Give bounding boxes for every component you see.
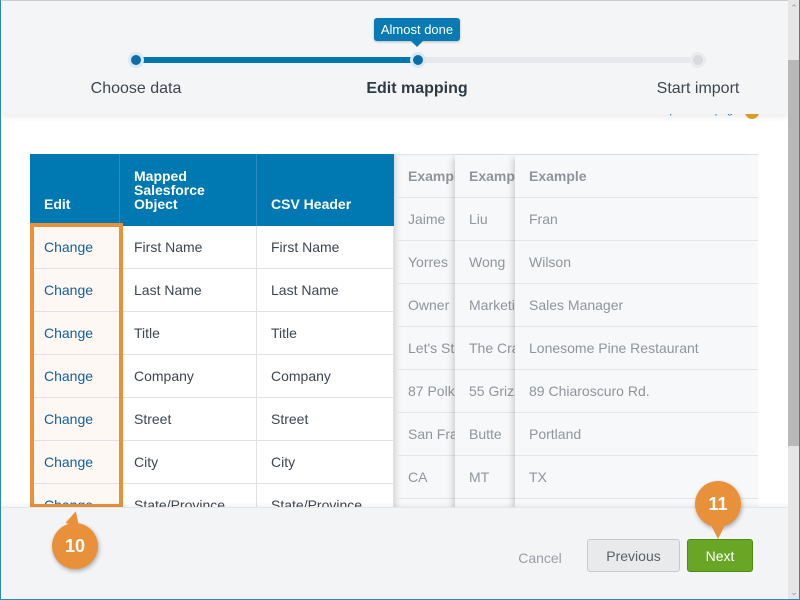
- example-cell: Marketing: [455, 284, 515, 327]
- mapped-object-cell: Street: [120, 398, 257, 440]
- change-mapping-link[interactable]: Change: [30, 398, 120, 440]
- example-cell: MT: [455, 456, 515, 499]
- progress-track-remaining: [418, 57, 698, 63]
- wizard-footer: Cancel Previous Next: [2, 507, 788, 599]
- step-label-start-import: Start import: [656, 80, 740, 97]
- previous-button[interactable]: Previous: [587, 539, 680, 572]
- change-mapping-link[interactable]: Change: [30, 312, 120, 354]
- example-cell: Fran: [515, 198, 758, 241]
- csv-header-cell: First Name: [257, 226, 394, 268]
- step-dot-choose-data[interactable]: [128, 52, 144, 68]
- scroll-down-arrow-icon[interactable]: ⌄: [788, 586, 799, 598]
- example-cell: Sales Manager: [515, 284, 758, 327]
- csv-header-cell: Company: [257, 355, 394, 397]
- example-cell: Jaime: [394, 198, 455, 241]
- change-mapping-link[interactable]: Change: [30, 355, 120, 397]
- example-cell: Wilson: [515, 241, 758, 284]
- mapped-object-cell: Title: [120, 312, 257, 354]
- example-cell: Owner: [394, 284, 455, 327]
- mapped-object-cell: Last Name: [120, 269, 257, 311]
- mapped-object-cell: First Name: [120, 226, 257, 268]
- example-cell: Let's Start Coffee: [394, 327, 455, 370]
- example-column-2: ExampleLiuWongMarketingThe Craft55 Grizz…: [455, 155, 515, 515]
- cancel-button[interactable]: Cancel: [507, 542, 573, 574]
- example-header: Example: [394, 155, 455, 198]
- change-mapping-link[interactable]: Change: [30, 441, 120, 483]
- example-cell: CA: [394, 456, 455, 499]
- step-dot-start-import: [690, 52, 706, 68]
- example-cell: 89 Chiaroscuro Rd.: [515, 370, 758, 413]
- field-mapping-table: Edit Mapped Salesforce Object CSV Header…: [30, 154, 758, 527]
- example-column-3: Example Fran Wilson Sales Manager Lonesome P…: [515, 155, 758, 515]
- csv-header-cell: Street: [257, 398, 394, 440]
- table-row: Change City City: [30, 441, 394, 484]
- table-row: Change Street Street: [30, 398, 394, 441]
- next-button[interactable]: Next: [687, 539, 753, 572]
- example-cell: Portland: [515, 413, 758, 456]
- header-mapped-object: Mapped Salesforce Object: [120, 154, 257, 226]
- header-edit: Edit: [30, 154, 120, 226]
- step-label-edit-mapping: Edit mapping: [366, 80, 468, 97]
- table-row: Change First Name First Name: [30, 226, 394, 269]
- change-mapping-link[interactable]: Change: [30, 269, 120, 311]
- example-columns[interactable]: ExampleJaimeYorresOwnerLet's Start Coffe…: [394, 154, 758, 515]
- step-dot-edit-mapping[interactable]: [410, 52, 426, 68]
- example-cell: Butte: [455, 413, 515, 456]
- table-row: Change Title Title: [30, 312, 394, 355]
- header-csv: CSV Header: [271, 196, 352, 212]
- step-label-choose-data[interactable]: Choose data: [91, 80, 182, 98]
- example-header: Example: [455, 155, 515, 198]
- callout-badge-next: 11: [695, 481, 741, 539]
- csv-header-cell: Last Name: [257, 269, 394, 311]
- progress-tooltip: Almost done: [374, 18, 460, 47]
- progress-header: Almost done Choose data Edit mapping Sta…: [2, 0, 788, 114]
- example-cell: Lonesome Pine Restaurant: [515, 327, 758, 370]
- csv-header-cell: City: [257, 441, 394, 483]
- example-column-1: ExampleJaimeYorresOwnerLet's Start Coffe…: [394, 155, 455, 515]
- mapped-object-cell: City: [120, 441, 257, 483]
- mapped-object-cell: Company: [120, 355, 257, 397]
- example-cell: 87 Polk: [394, 370, 455, 413]
- mapping-fixed-columns: Edit Mapped Salesforce Object CSV Header…: [30, 154, 394, 527]
- scroll-up-arrow-icon[interactable]: ⌃: [788, 2, 799, 14]
- table-row: Change Company Company: [30, 355, 394, 398]
- vertical-scrollbar[interactable]: ⌃ ⌄: [788, 0, 799, 599]
- table-row: Change Last Name Last Name: [30, 269, 394, 312]
- example-cell: San Francisco: [394, 413, 455, 456]
- example-header: Example: [515, 155, 758, 198]
- progress-track-complete: [136, 57, 418, 63]
- callout-badge-edit: 10: [52, 523, 98, 569]
- example-cell: 55 Grizzly: [455, 370, 515, 413]
- example-cell: The Craft: [455, 327, 515, 370]
- example-cell: Wong: [455, 241, 515, 284]
- example-cell: Liu: [455, 198, 515, 241]
- csv-header-cell: Title: [257, 312, 394, 354]
- example-cell: Yorres: [394, 241, 455, 284]
- change-mapping-link[interactable]: Change: [30, 226, 120, 268]
- scrollbar-thumb[interactable]: [788, 60, 799, 446]
- table-header-row: Edit Mapped Salesforce Object CSV Header: [30, 154, 394, 226]
- import-wizard-window: Almost done Choose data Edit mapping Sta…: [0, 0, 800, 600]
